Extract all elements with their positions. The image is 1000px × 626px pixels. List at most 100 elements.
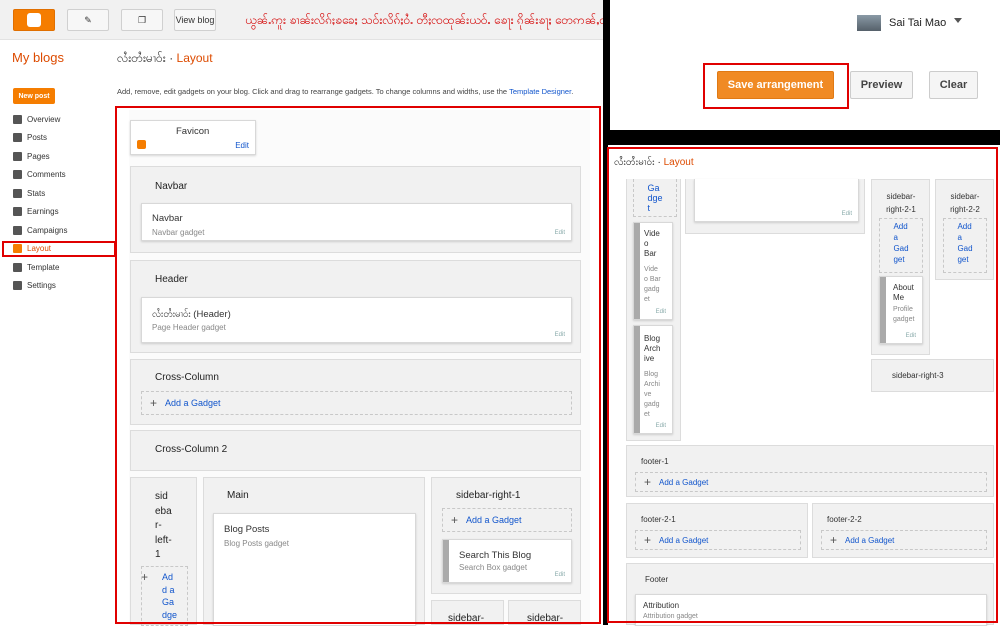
cross-column-title: Cross-Column bbox=[155, 372, 219, 383]
comments-icon bbox=[13, 170, 22, 179]
right-main-edit-link[interactable]: Edit bbox=[842, 211, 852, 217]
new-post-pencil-button[interactable]: ✎ bbox=[67, 9, 109, 31]
footer-2-2-label: footer-2-2 bbox=[827, 515, 862, 524]
chevron-down-icon[interactable] bbox=[954, 18, 962, 24]
wrench-icon bbox=[13, 281, 22, 290]
view-blog-button[interactable]: View blog bbox=[174, 9, 216, 31]
my-blogs-link[interactable]: My blogs bbox=[12, 50, 64, 65]
navbar-gadget[interactable]: Navbar Navbar gadget Edit bbox=[141, 203, 572, 241]
plus-icon: + bbox=[150, 396, 158, 410]
page-title: Layout bbox=[176, 51, 213, 65]
preview-button[interactable]: Preview bbox=[850, 71, 913, 99]
blog-posts-name: Blog Posts bbox=[224, 524, 270, 535]
sidebar-right-2-1-add-gadget[interactable]: Add a Gad get bbox=[879, 218, 923, 273]
sidebar-item-label: Comments bbox=[27, 170, 66, 179]
sidebar-item-label: Earnings bbox=[27, 207, 59, 216]
footer-2-2-add-gadget[interactable]: + Add a Gadget bbox=[821, 530, 987, 550]
favicon-gadget[interactable]: Favicon Edit bbox=[130, 120, 256, 155]
sidebar-right-3-label: sidebar-right-3 bbox=[892, 371, 944, 380]
template-designer-link[interactable]: Template Designer bbox=[509, 87, 571, 96]
right-breadcrumb: လႆးတႆးမၢဝ်း · Layout bbox=[614, 155, 694, 170]
sidebar-item-layout[interactable]: Layout bbox=[2, 240, 116, 257]
sidebar-item-pages[interactable]: Pages bbox=[13, 148, 50, 164]
right-left-add-gadget[interactable]: Ga dge t bbox=[633, 179, 677, 217]
footer-panel: Footer Attribution Attribution gadget bbox=[626, 563, 994, 626]
about-me-edit-link[interactable]: Edit bbox=[906, 333, 916, 339]
blogger-menu-button[interactable] bbox=[13, 9, 55, 31]
template-icon bbox=[13, 262, 22, 272]
about-me-name: About Me bbox=[893, 283, 914, 302]
description-text: Add, remove, edit gadgets on your blog. … bbox=[117, 87, 510, 96]
drag-handle[interactable] bbox=[634, 223, 640, 319]
video-bar-gadget[interactable]: Vide o Bar Vide o Bar gadg et Edit bbox=[633, 222, 673, 320]
sidebar-left-1-add-gadget[interactable]: Ad d a Ga dge bbox=[141, 566, 188, 626]
add-gadget-label: Add a Gadget bbox=[659, 477, 709, 487]
video-bar-sub: Vide o Bar gadg et bbox=[644, 266, 661, 303]
footer-1-add-gadget[interactable]: + Add a Gadget bbox=[635, 472, 987, 492]
campaigns-icon bbox=[13, 225, 22, 235]
search-gadget-name: Search This Blog bbox=[459, 550, 532, 561]
header-edit-link[interactable]: Edit bbox=[555, 332, 565, 338]
about-me-gadget[interactable]: About Me Profile gadget Edit bbox=[879, 276, 923, 344]
blog-posts-gadget[interactable]: Blog Posts Blog Posts gadget bbox=[213, 513, 416, 626]
layout-description: Add, remove, edit gadgets on your blog. … bbox=[117, 87, 573, 96]
pages-button[interactable]: ❐ bbox=[121, 9, 163, 31]
header-section-title: Header bbox=[155, 274, 188, 285]
blog-archive-gadget[interactable]: Blog Arch ive Blog Archi ve gadg et Edit bbox=[633, 325, 673, 434]
cross-column-section: Cross-Column + Add a Gadget bbox=[130, 359, 581, 425]
blog-archive-name: Blog Arch ive bbox=[644, 334, 661, 363]
sidebar-item-overview[interactable]: Overview bbox=[13, 111, 60, 127]
sidebar-item-earnings[interactable]: Earnings bbox=[13, 204, 59, 220]
favicon-icon bbox=[137, 140, 146, 149]
sidebar-right-2-2-label: sidebar- right-2-2 bbox=[950, 192, 980, 214]
right-blog-name[interactable]: လႆးတႆးမၢဝ်း bbox=[614, 157, 655, 168]
layout-icon bbox=[13, 244, 22, 253]
drag-handle[interactable] bbox=[880, 277, 886, 343]
navbar-edit-link[interactable]: Edit bbox=[555, 230, 565, 236]
blog-name[interactable]: လႆးတႆးမၢဝ်း bbox=[117, 51, 166, 65]
right-blog-posts-gadget[interactable]: Edit bbox=[694, 179, 859, 222]
sidebar-item-stats[interactable]: Stats bbox=[13, 185, 45, 201]
sidebar-right-1-add-gadget[interactable]: + Add a Gadget bbox=[442, 508, 572, 532]
sidebar-right-2-2-add-gadget[interactable]: Add a Gad get bbox=[943, 218, 987, 273]
copy-icon: ❐ bbox=[137, 14, 147, 25]
clear-button[interactable]: Clear bbox=[929, 71, 978, 99]
header-gadget-sub: Page Header gadget bbox=[152, 323, 226, 332]
user-menu[interactable]: Sai Tai Mao bbox=[857, 15, 946, 31]
navbar-section: Navbar Navbar Navbar gadget Edit bbox=[130, 166, 581, 253]
sidebar-left-1-title: sid eba r- left- 1 bbox=[155, 491, 172, 560]
save-arrangement-button[interactable]: Save arrangement bbox=[717, 71, 834, 99]
drag-handle[interactable] bbox=[634, 326, 640, 433]
blog-posts-sub: Blog Posts gadget bbox=[224, 539, 289, 548]
main-section: Main Blog Posts Blog Posts gadget bbox=[203, 477, 425, 626]
user-name: Sai Tai Mao bbox=[889, 17, 947, 29]
footer-2-2-panel: footer-2-2 + Add a Gadget bbox=[812, 503, 994, 558]
footer-2-1-add-gadget[interactable]: + Add a Gadget bbox=[635, 530, 801, 550]
favicon-edit-link[interactable]: Edit bbox=[235, 141, 249, 150]
drag-handle[interactable] bbox=[443, 540, 449, 582]
sidebar-item-settings[interactable]: Settings bbox=[13, 278, 56, 294]
sidebar-item-label: Campaigns bbox=[27, 225, 68, 235]
right-page-title: Layout bbox=[663, 157, 694, 168]
sidebar-item-label: Layout bbox=[27, 244, 52, 253]
search-this-blog-gadget[interactable]: Search This Blog Search Box gadget Edit bbox=[442, 539, 572, 583]
header-gadget[interactable]: လႆးတႆးမၢဝ်း (Header) Page Header gadget … bbox=[141, 297, 572, 343]
sidebar-right-2-1-title: sidebar- bbox=[448, 613, 485, 624]
new-post-button[interactable]: New post bbox=[13, 88, 55, 104]
video-bar-edit-link[interactable]: Edit bbox=[656, 309, 666, 315]
sidebar-item-template[interactable]: Template bbox=[13, 259, 59, 275]
attribution-name: Attribution bbox=[643, 601, 680, 610]
cross-column-add-gadget[interactable]: + Add a Gadget bbox=[141, 391, 572, 415]
attribution-gadget[interactable]: Attribution Attribution gadget bbox=[635, 594, 987, 626]
sidebar-item-campaigns[interactable]: Campaigns bbox=[13, 222, 67, 238]
pages-icon bbox=[13, 151, 22, 161]
right-layout-view: လႆးတႆးမၢဝ်း · Layout Ga dge t Vide o Bar… bbox=[608, 145, 1000, 626]
footer-1-label: footer-1 bbox=[641, 457, 669, 466]
breadcrumb: လႆးတႆးမၢဝ်း · Layout bbox=[117, 50, 213, 68]
sidebar-right-2-2-panel: sidebar- right-2-2 Add a Gad get bbox=[935, 179, 994, 280]
sidebar-item-comments[interactable]: Comments bbox=[13, 167, 66, 183]
sidebar-item-posts[interactable]: Posts bbox=[13, 130, 47, 146]
blog-archive-edit-link[interactable]: Edit bbox=[656, 423, 666, 429]
right-breadcrumb-separator: · bbox=[657, 157, 661, 168]
search-edit-link[interactable]: Edit bbox=[555, 572, 565, 578]
